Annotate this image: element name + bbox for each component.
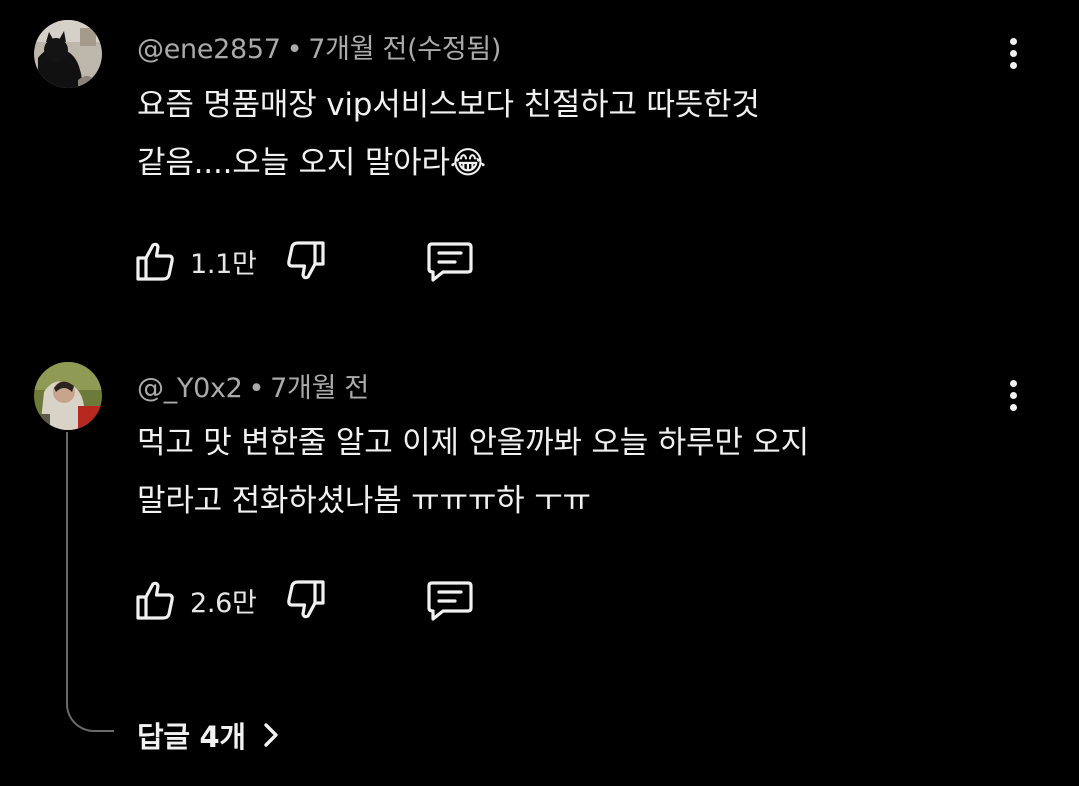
comment-text-line: 말라고 전화하셨나봄 ㅠㅠㅠ하 ㅜㅠ [137, 483, 591, 519]
like-count: 1.1만 [190, 248, 257, 280]
like-button[interactable]: 2.6만 [132, 577, 283, 623]
dislike-button[interactable] [283, 238, 329, 284]
comment-text-line: 먹고 맛 변한줄 알고 이제 안올까봐 오늘 하루만 오지 [137, 425, 809, 461]
reply-button[interactable] [425, 577, 475, 623]
dislike-button[interactable] [283, 577, 329, 623]
comment-actions: 1.1만 [132, 236, 475, 286]
thumbs-up-icon [136, 242, 174, 281]
meta-separator: • [286, 34, 303, 65]
view-replies-button[interactable]: 답글 4개 [137, 710, 280, 760]
more-vertical-icon [1009, 37, 1017, 45]
avatar[interactable] [34, 362, 102, 430]
thumbs-up-icon [136, 581, 174, 620]
more-vertical-icon-dot [1009, 61, 1017, 69]
more-vertical-icon-dot [1009, 391, 1017, 399]
thumbs-down-icon [286, 580, 325, 619]
comment-icon [426, 242, 473, 282]
avatar-image [34, 20, 102, 88]
comment-time: 7개월 전 [270, 373, 369, 404]
comment-text-line-content: 같음....오늘 오지 말아라 [137, 145, 450, 181]
replies-count-label: 답글 4개 [137, 720, 246, 754]
comment-icon [426, 581, 473, 621]
reply-thread-line [66, 432, 114, 732]
more-options-button[interactable] [996, 30, 1030, 76]
author-handle[interactable]: @_Y0x2 [137, 373, 243, 404]
reply-button[interactable] [425, 238, 475, 284]
comment-meta: @_Y0x2 • 7개월 전 [137, 366, 369, 405]
chevron-right-icon [264, 723, 278, 747]
like-button[interactable]: 1.1만 [132, 238, 283, 284]
comment-time: 7개월 전(수정됨) [308, 34, 502, 65]
meta-separator: • [248, 373, 265, 404]
more-vertical-icon [1009, 379, 1017, 387]
comment-meta: @ene2857 • 7개월 전(수정됨) [137, 27, 501, 66]
comment-text-line: 요즘 명품매장 vip서비스보다 친절하고 따뜻한것 [137, 87, 760, 123]
more-options-button[interactable] [996, 372, 1030, 418]
thumbs-down-icon [286, 241, 325, 280]
avatar[interactable] [34, 20, 102, 88]
comment-actions: 2.6만 [132, 575, 475, 625]
comment-text: 먹고 맛 변한줄 알고 이제 안올까봐 오늘 하루만 오지 말라고 전화하셨나봄… [137, 414, 967, 530]
laughing-tears-emoji: 😂 [449, 145, 486, 181]
avatar-image [34, 362, 102, 430]
author-handle[interactable]: @ene2857 [137, 34, 281, 65]
like-count: 2.6만 [190, 587, 257, 619]
comment-text-line: 같음....오늘 오지 말아라😂 [137, 134, 967, 192]
more-vertical-icon-dot [1009, 49, 1017, 57]
comment-text: 요즘 명품매장 vip서비스보다 친절하고 따뜻한것 같음....오늘 오지 말… [137, 76, 967, 192]
more-vertical-icon-dot [1009, 403, 1017, 411]
